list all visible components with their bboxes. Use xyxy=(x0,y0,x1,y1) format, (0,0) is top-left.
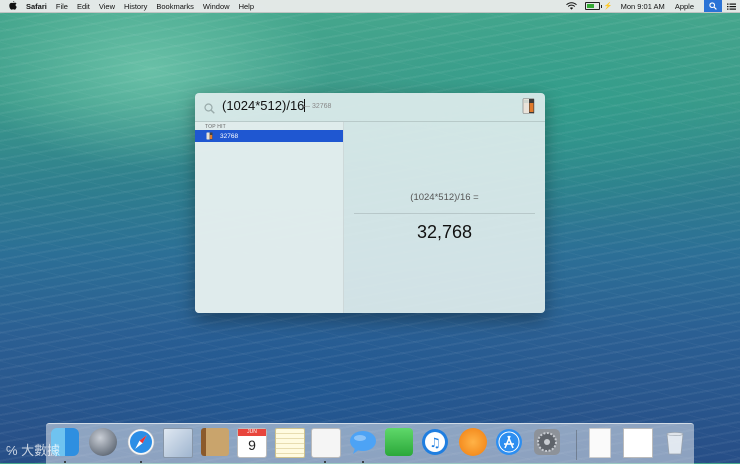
dock-itunes[interactable]: ♫ xyxy=(420,428,450,458)
top-hit-label: 32768 xyxy=(220,132,239,140)
preview-divider xyxy=(354,213,535,214)
watermark-logo-icon: ℅ xyxy=(6,443,18,458)
dock-calendar[interactable]: JUN 9 xyxy=(236,428,267,458)
menu-bookmarks[interactable]: Bookmarks xyxy=(156,2,194,11)
notes-icon xyxy=(275,428,305,458)
dock-screenshot-stack[interactable] xyxy=(622,428,653,458)
ibooks-icon xyxy=(459,428,487,456)
wifi-icon[interactable] xyxy=(566,2,577,10)
dock-messages[interactable] xyxy=(348,428,378,463)
dock-ibooks[interactable] xyxy=(458,428,488,458)
calendar-day: 9 xyxy=(248,437,256,453)
mail-icon xyxy=(163,428,193,458)
notification-center-button[interactable] xyxy=(722,0,740,12)
spotlight-search-input[interactable]: (1024*512)/16 xyxy=(222,98,306,113)
menu-history[interactable]: History xyxy=(124,2,147,11)
document-icon xyxy=(589,428,611,458)
app-store-icon xyxy=(496,429,522,455)
safari-icon xyxy=(127,428,155,456)
dock-system-preferences[interactable] xyxy=(532,428,562,458)
top-hit-result[interactable]: 32768 xyxy=(195,130,343,142)
search-icon xyxy=(204,101,215,119)
spotlight-search-bar: (1024*512)/16 — 32768 xyxy=(195,93,545,122)
dock-trash[interactable] xyxy=(660,428,690,458)
dock-notes[interactable] xyxy=(274,428,305,458)
calculator-app-icon xyxy=(522,98,535,119)
battery-icon[interactable]: ⚡ xyxy=(584,2,613,10)
apple-menu-icon[interactable] xyxy=(6,0,20,12)
watermark: ℅ 大數據 xyxy=(6,443,61,458)
dock: JUN 9 ♫ xyxy=(46,423,694,464)
inline-completion: — 32768 xyxy=(303,103,332,110)
calendar-month: JUN xyxy=(238,429,266,436)
facetime-icon xyxy=(385,428,413,456)
menu-extras: ⚡ Mon 9:01 AM Apple xyxy=(566,0,740,12)
results-list: TOP HIT 32768 xyxy=(195,122,344,313)
dock-app-store[interactable] xyxy=(494,428,524,458)
preview-pane: (1024*512)/16 = 32,768 xyxy=(344,122,545,313)
messages-icon xyxy=(350,431,376,454)
menu-edit[interactable]: Edit xyxy=(77,2,90,11)
menu-bar: Safari File Edit View History Bookmarks … xyxy=(0,0,740,13)
dock-separator xyxy=(576,430,577,460)
calculation-answer[interactable]: 32,768 xyxy=(344,222,545,243)
dock-launchpad[interactable] xyxy=(88,428,118,458)
itunes-icon: ♫ xyxy=(422,429,448,455)
calculation-expression: (1024*512)/16 = xyxy=(410,192,479,203)
menu-app-safari[interactable]: Safari xyxy=(26,2,47,11)
dock-safari[interactable] xyxy=(126,428,156,463)
spotlight-menu-button[interactable] xyxy=(704,0,722,12)
calculator-result-icon xyxy=(206,127,213,145)
calendar-icon: JUN 9 xyxy=(237,428,267,458)
screenshot-icon xyxy=(623,428,653,458)
menu-window[interactable]: Window xyxy=(203,2,230,11)
charging-bolt-icon: ⚡ xyxy=(603,3,613,10)
dock-contacts[interactable] xyxy=(200,428,230,458)
launchpad-icon xyxy=(89,428,117,456)
reminders-icon xyxy=(311,428,341,458)
menu-view[interactable]: View xyxy=(99,2,115,11)
menu-user[interactable]: Apple xyxy=(675,2,694,11)
menu-clock[interactable]: Mon 9:01 AM xyxy=(621,2,665,11)
menu-help[interactable]: Help xyxy=(239,2,254,11)
svg-text:♫: ♫ xyxy=(429,436,441,451)
dock-mail[interactable] xyxy=(162,428,193,458)
system-preferences-icon xyxy=(534,429,560,455)
trash-icon xyxy=(666,432,684,455)
menu-file[interactable]: File xyxy=(56,2,68,11)
spotlight-search-icon xyxy=(709,2,717,10)
dock-facetime[interactable] xyxy=(384,428,414,458)
list-icon xyxy=(726,3,736,10)
dock-reminders[interactable] xyxy=(310,428,341,463)
dock-document-stack[interactable] xyxy=(584,428,614,458)
spotlight-window: (1024*512)/16 — 32768 TOP HIT 32768 (102… xyxy=(195,93,545,313)
contacts-icon xyxy=(201,428,229,456)
